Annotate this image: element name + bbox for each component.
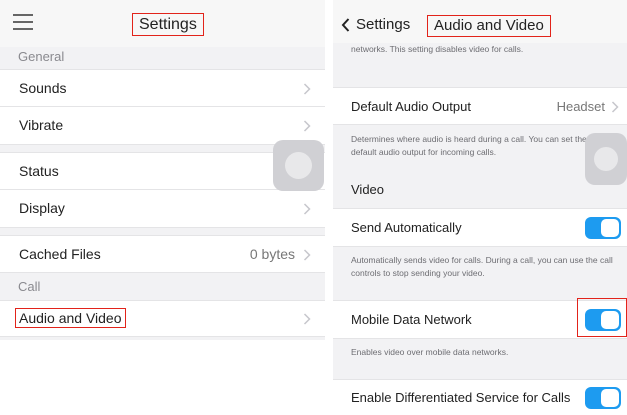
cached-files-value: 0 bytes (249, 246, 295, 262)
send-automatically-toggle[interactable] (585, 217, 621, 239)
settings-panel: Settings General Sounds Vibrate Status D… (0, 0, 325, 415)
chevron-right-icon (611, 101, 619, 113)
help-text-audio: Determines where audio is heard during a… (351, 134, 587, 157)
section-header-video: Video (351, 182, 385, 197)
toggle-highlight (577, 298, 627, 337)
settings-item-label: Audio and Video (15, 308, 126, 328)
enable-diff-service-row: Enable Differentiated Service for Calls (333, 379, 627, 415)
assistive-touch-icon[interactable] (273, 140, 324, 191)
settings-item-label: Status (19, 163, 59, 179)
settings-title: Settings (132, 13, 204, 36)
help-text-send: Automatically sends video for calls. Dur… (351, 255, 613, 278)
empty-area (0, 340, 325, 415)
back-button[interactable]: Settings (341, 15, 410, 37)
section-header-general: General (18, 49, 65, 64)
settings-item-vibrate[interactable]: Vibrate (0, 107, 325, 145)
default-audio-output-row[interactable]: Default Audio Output Headset (333, 87, 627, 125)
chevron-right-icon (303, 120, 311, 132)
settings-item-audio-video[interactable]: Audio and Video (0, 300, 325, 337)
row-label: Default Audio Output (351, 99, 471, 114)
chevron-right-icon (303, 83, 311, 95)
settings-item-label: Display (19, 200, 65, 216)
audio-video-navbar: Settings Audio and Video (333, 0, 627, 43)
settings-item-display[interactable]: Display (0, 190, 325, 228)
hamburger-menu-icon[interactable] (13, 14, 33, 30)
audio-video-panel: Settings Audio and Video networks. This … (333, 0, 627, 415)
chevron-right-icon (303, 203, 311, 215)
audio-video-title: Audio and Video (427, 15, 551, 37)
row-label: Mobile Data Network (351, 312, 472, 327)
settings-item-label: Vibrate (19, 117, 64, 133)
assistive-touch-icon[interactable] (585, 133, 627, 185)
settings-navbar: Settings (0, 0, 325, 47)
row-label: Enable Differentiated Service for Calls (351, 390, 571, 405)
back-chevron-icon (341, 18, 350, 32)
chevron-right-icon (303, 249, 311, 261)
section-header-call: Call (18, 279, 41, 294)
row-label: Send Automatically (351, 220, 462, 235)
chevron-right-icon (303, 313, 311, 325)
settings-item-sounds[interactable]: Sounds (0, 69, 325, 107)
settings-item-label: Sounds (19, 80, 67, 96)
help-text-mobile: Enables video over mobile data networks. (351, 347, 509, 357)
settings-item-label: Cached Files (19, 246, 101, 262)
enable-diff-service-toggle[interactable] (585, 387, 621, 409)
back-label: Settings (356, 16, 411, 33)
default-audio-output-value: Headset (556, 99, 605, 114)
send-automatically-row: Send Automatically (333, 208, 627, 247)
settings-item-cached-files[interactable]: Cached Files 0 bytes (0, 235, 325, 273)
help-text-top: networks. This setting disables video fo… (351, 44, 524, 54)
